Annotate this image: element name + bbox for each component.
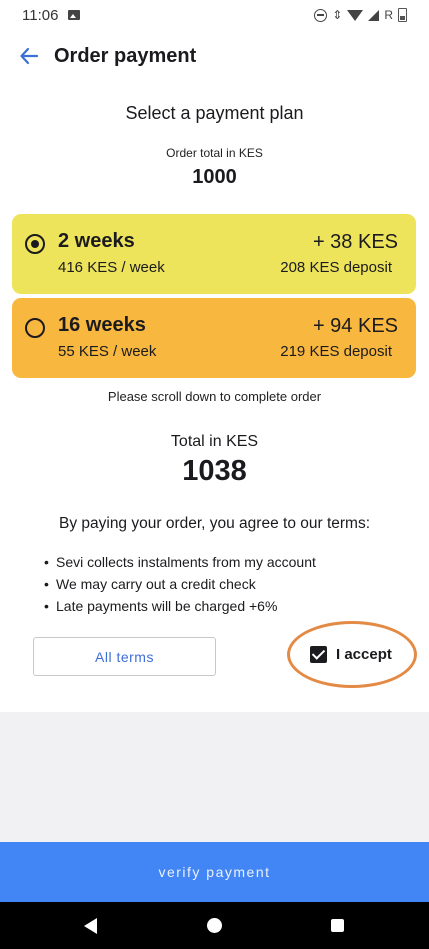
status-time: 11:06 [22,6,59,24]
plan-fee: + 38 KES [312,231,398,253]
payment-plan-heading: Select a payment plan [125,103,304,123]
status-right: ⇕ R [314,8,407,22]
page-title: Order payment [54,44,197,67]
data-arrows-icon: ⇕ [332,8,343,22]
terms-list-item: Late payments will be charged +6% [44,595,316,617]
plan-duration: 16 weeks [58,314,146,336]
nav-recents-icon[interactable] [331,919,344,932]
terms-list: Sevi collects instalments from my accoun… [44,551,316,617]
plan-card-2-weeks[interactable]: 2 weeks 416 KES / week + 38 KES 208 KES … [12,214,416,294]
accept-label: I accept [336,646,392,663]
plan-card-16-weeks[interactable]: 16 weeks 55 KES / week + 94 KES 219 KES … [12,298,416,378]
do-not-disturb-icon [314,8,328,22]
radio-selected-icon[interactable] [25,234,45,254]
status-bar: 11:06 ⇕ R [0,0,429,30]
plan-deposit: 219 KES deposit [280,343,392,360]
nav-back-icon[interactable] [84,918,97,934]
order-total-value: 1000 [192,166,237,188]
battery-icon [398,8,407,22]
radio-unselected-icon[interactable] [25,318,45,338]
system-nav-bar [0,902,429,949]
total-value: 1038 [182,455,247,487]
total-label: Total in KES [170,433,259,450]
plan-weekly-amount: 416 KES / week [58,259,165,276]
nav-home-icon[interactable] [207,918,222,933]
accept-checkbox-row[interactable]: I accept [310,646,392,663]
plan-weekly-amount: 55 KES / week [58,343,157,360]
scroll-hint: Please scroll down to complete order [107,389,322,404]
back-arrow-icon[interactable] [18,45,40,67]
verify-payment-button[interactable]: verify payment [0,842,429,902]
plan-fee: + 94 KES [312,315,398,337]
status-left: 11:06 [22,6,81,24]
network-label: R [384,8,393,22]
signal-icon [368,9,380,21]
terms-list-item: Sevi collects instalments from my accoun… [44,551,316,573]
terms-intro: By paying your order, you agree to our t… [58,515,371,532]
wifi-icon [347,9,364,21]
order-total-label: Order total in KES [166,146,263,160]
empty-footer-area [0,712,429,842]
order-payment-screen: 11:06 ⇕ R Order payment Select a payment… [0,0,429,949]
gallery-icon [68,10,81,20]
app-bar: Order payment [0,36,429,76]
plan-deposit: 208 KES deposit [280,259,392,276]
accept-checkbox[interactable] [310,646,327,663]
all-terms-button[interactable]: All terms [33,637,216,676]
plan-duration: 2 weeks [58,230,135,252]
terms-list-item: We may carry out a credit check [44,573,316,595]
